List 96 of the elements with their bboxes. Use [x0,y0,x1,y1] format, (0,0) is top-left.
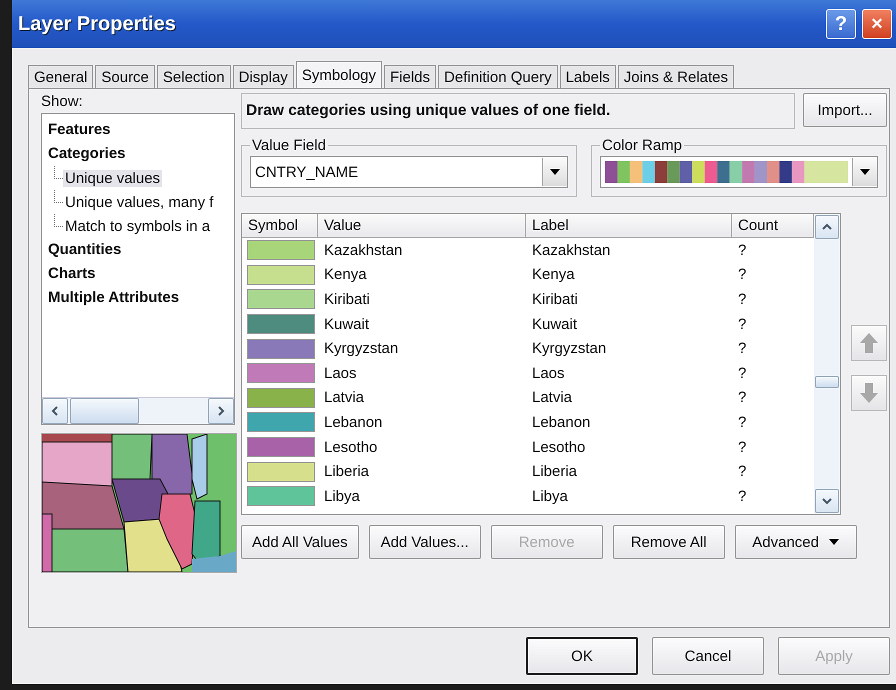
table-cell-text: Kazakhstan [323,242,404,259]
table-row[interactable]: Liberia Liberia ? [242,459,814,484]
table-row[interactable]: Kuwait Kuwait ? [242,312,814,336]
table-cell-text: ? [737,340,748,358]
table-cell-text: Laos [323,364,358,382]
table-cell-text: Laos [531,364,566,382]
action-button[interactable]: Add All Values [241,525,359,559]
action-button[interactable]: Add Values... [368,525,481,559]
scroll-down-icon [822,496,832,506]
table-cell-text: Kazakhstan [531,242,612,259]
dialog-button[interactable]: Cancel [652,637,764,675]
group-label: Color Ramp [601,137,684,154]
table-row[interactable]: Latvia Latvia ? [242,386,814,410]
table-cell-text: Latvia [531,389,574,406]
action-button[interactable]: Remove All [612,525,725,559]
table-cell-text: Libya [323,488,361,505]
dropdown-arrow-icon [550,169,560,175]
tab[interactable]: General [28,65,94,88]
table-cell-text: Kyrgyzstan [323,340,400,358]
table-row[interactable]: Kenya Kenya ? [242,262,814,288]
color-ramp-dropdown[interactable] [600,156,878,188]
tree-item[interactable]: Unique values [63,170,162,186]
tree-item[interactable]: Categories [46,142,230,166]
table-row[interactable]: Lesotho Lesotho ? [242,434,814,460]
down-arrow-icon [860,383,878,403]
column-header[interactable]: Symbol [242,214,318,238]
table-row[interactable]: Kiribati Kiribati ? [242,287,814,312]
table-cell-text: ? [737,438,748,456]
table-cell-text: ? [737,316,748,333]
scroll-thumb[interactable] [70,398,139,424]
dropdown-arrow-icon [860,169,870,175]
table-cell-text: Lebanon [531,414,592,431]
tree-item[interactable]: Multiple Attributes [46,286,230,310]
up-arrow-icon [860,333,878,353]
tree-connector-icon [54,214,63,227]
move-up-button[interactable] [851,325,887,361]
value-field-dropdown[interactable]: CNTRY_NAME [250,156,568,188]
table-cell-text: Kiribati [531,290,579,308]
table-cell-text: Latvia [323,389,366,406]
tab[interactable]: Selection [156,65,231,88]
table-cell-text: ? [737,488,748,505]
table-cell-text: Kuwait [531,316,578,333]
tree-item[interactable]: Match to symbols in a [63,218,212,234]
column-header[interactable]: Label [526,214,732,238]
vertical-scrollbar[interactable] [814,214,840,514]
tab[interactable]: Symbology [296,61,382,88]
table-row[interactable]: Libya Libya ? [242,484,814,509]
table-cell-text: Lebanon [323,414,384,431]
table-row[interactable]: Laos Laos ? [242,360,814,386]
action-button[interactable]: Advanced [734,525,857,559]
tab[interactable]: Display [232,65,294,88]
table-cell-text: Kenya [531,266,576,284]
tab[interactable]: Source [95,65,155,88]
dialog-button[interactable]: OK [526,637,638,675]
column-header[interactable]: Value [318,214,526,238]
show-label: Show: [41,93,84,111]
description-text: Draw categories using unique values of one field. [241,93,795,129]
table-cell-text: ? [737,463,748,480]
table-cell-text: ? [737,414,748,431]
table-cell-text: Lesotho [323,438,378,456]
table-row[interactable]: Kazakhstan Kazakhstan ? [242,238,814,263]
tab[interactable]: Joins & Relates [618,65,734,88]
table-cell-text: ? [737,290,748,308]
window-title: Layer Properties [18,12,177,36]
table-cell-text: Liberia [531,463,578,480]
table-cell-text: Kyrgyzstan [531,340,608,358]
move-down-button[interactable] [851,375,887,411]
tree-item[interactable]: Features [46,118,230,142]
table-row[interactable]: Lebanon Lebanon ? [242,410,814,435]
scroll-left-icon [50,406,60,416]
tab[interactable]: Labels [560,65,616,88]
tree-connector-icon [54,190,63,203]
table-cell-text: ? [737,266,748,284]
table-cell-text: Kuwait [323,316,370,333]
scroll-up-icon [822,222,832,232]
table-cell-text: ? [737,389,748,406]
table-cell-text: Libya [531,488,569,505]
table-row[interactable]: Kyrgyzstan Kyrgyzstan ? [242,336,814,361]
table-cell-text: Liberia [323,463,370,480]
table-cell-text: Lesotho [531,438,586,456]
tab[interactable]: Definition Query [438,65,558,88]
tree-item[interactable]: Quantities [46,238,230,262]
table-cell-text: Kenya [323,266,368,284]
group-label: Value Field [251,137,327,154]
table-cell-text: Kiribati [323,290,371,308]
caret-icon [828,539,839,545]
column-header[interactable]: Count [732,214,814,238]
table-cell-text: ? [737,364,748,382]
scroll-thumb[interactable] [815,376,839,388]
scroll-right-icon [216,406,226,416]
tab[interactable]: Fields [384,65,436,88]
import-button[interactable]: Import... [803,93,887,127]
tree-item[interactable]: Charts [46,262,230,286]
table-cell-text: ? [737,242,748,259]
tree-item[interactable]: Unique values, many f [63,194,216,210]
horizontal-scrollbar[interactable] [42,397,234,424]
